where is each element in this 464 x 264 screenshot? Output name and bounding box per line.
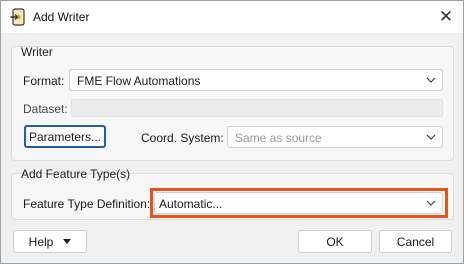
parameters-button-label: Parameters... <box>28 129 102 144</box>
writer-app-icon <box>10 8 25 26</box>
coord-system-dropdown[interactable]: Same as source <box>227 126 443 148</box>
format-dropdown[interactable]: FME Flow Automations <box>69 69 443 91</box>
ok-button-label: OK <box>326 234 344 249</box>
title-bar: Add Writer ✕ <box>1 1 463 33</box>
chevron-down-icon <box>426 77 436 83</box>
ok-button[interactable]: OK <box>298 230 372 253</box>
format-label: Format: <box>23 74 65 88</box>
parameters-button[interactable]: Parameters... <box>24 125 106 148</box>
writer-group-label: Writer <box>21 45 53 59</box>
chevron-down-icon <box>426 134 436 140</box>
add-writer-dialog: Add Writer ✕ Writer Format: FME Flow Aut… <box>0 0 464 264</box>
coord-system-label: Coord. System: <box>141 131 224 145</box>
dataset-label: Dataset: <box>23 102 68 116</box>
help-button-label: Help <box>28 234 54 249</box>
feature-type-definition-label: Feature Type Definition: <box>23 197 151 211</box>
window-title: Add Writer <box>33 10 90 24</box>
highlight-annotation <box>150 188 448 218</box>
help-button[interactable]: Help <box>13 230 87 253</box>
cancel-button-label: Cancel <box>396 234 435 249</box>
format-value: FME Flow Automations <box>77 74 201 88</box>
close-button[interactable]: ✕ <box>433 4 459 30</box>
coord-system-value: Same as source <box>235 131 322 145</box>
dataset-field[interactable] <box>71 99 443 117</box>
close-icon: ✕ <box>438 7 454 26</box>
caret-down-icon <box>63 238 72 244</box>
feature-type-group-label: Add Feature Type(s) <box>21 167 131 181</box>
cancel-button[interactable]: Cancel <box>379 230 452 253</box>
